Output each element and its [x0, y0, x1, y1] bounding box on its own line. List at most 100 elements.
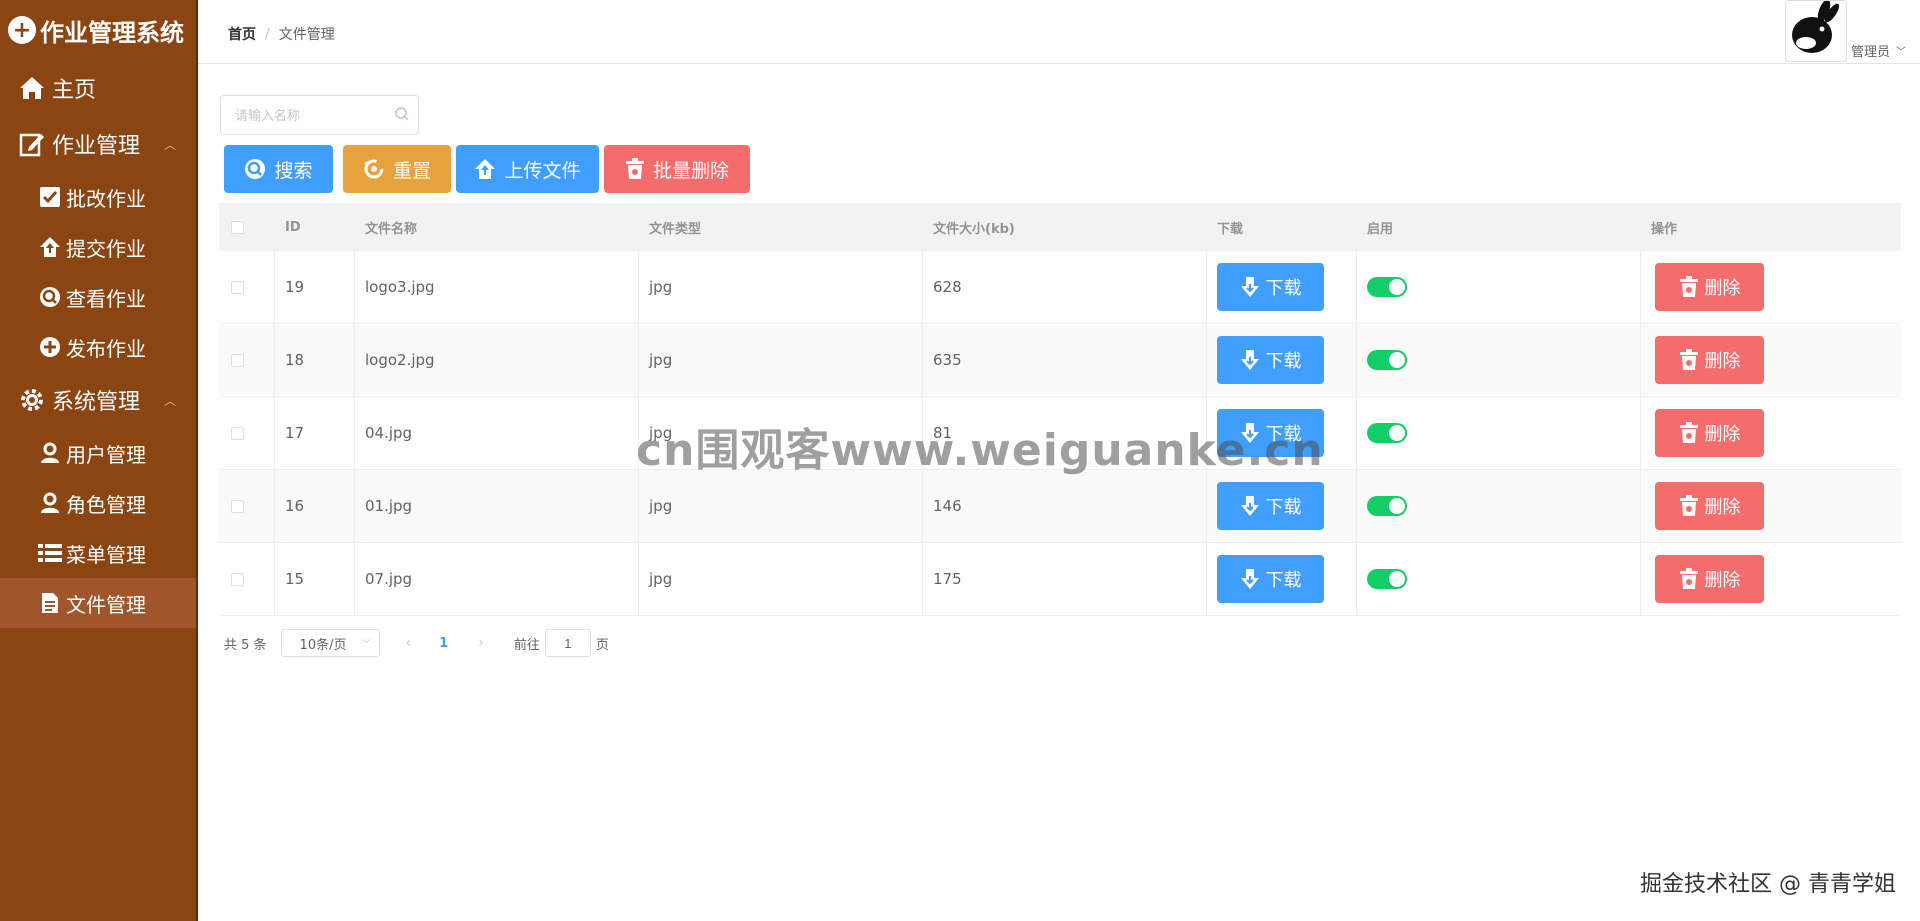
search-icon: [244, 158, 266, 180]
sidebar-item-label: 查看作业: [66, 286, 146, 311]
upload-house-icon: [38, 235, 62, 259]
trash-icon: [1679, 568, 1699, 590]
sidebar-item-grade-homework[interactable]: 批改作业: [0, 172, 198, 222]
download-button-label: 下载: [1265, 497, 1302, 518]
sidebar: + 作业管理系统 主页 作业管理 ︿ 批改作业 提交作业 查看作业 发布作业 系…: [0, 0, 198, 921]
user-name[interactable]: 管理员 ﹀: [1851, 41, 1906, 60]
upload-icon: [474, 158, 496, 180]
search-input[interactable]: [221, 96, 381, 134]
sidebar-group-homework[interactable]: 作业管理 ︿: [0, 116, 198, 172]
delete-button[interactable]: 删除: [1655, 482, 1764, 530]
header-checkbox-cell: [219, 203, 275, 251]
check-square-icon: [38, 185, 62, 209]
reset-button[interactable]: 重置: [343, 145, 451, 193]
avatar[interactable]: [1784, 0, 1847, 62]
search-button[interactable]: 搜索: [224, 145, 333, 193]
trash-icon: [1679, 349, 1699, 371]
next-page-button[interactable]: ›: [478, 635, 484, 651]
action-cell: 删除: [1641, 324, 1901, 396]
enable-toggle[interactable]: [1367, 277, 1407, 297]
column-header: 文件大小(kb): [933, 221, 1015, 237]
delete-button[interactable]: 删除: [1655, 409, 1764, 457]
breadcrumb-home[interactable]: 首页: [228, 24, 256, 44]
delete-button-label: 删除: [1704, 424, 1741, 445]
table-row: 19 logo3.jpg jpg 628 下载 删除: [219, 251, 1901, 324]
row-checkbox[interactable]: [231, 426, 244, 440]
delete-button[interactable]: 删除: [1655, 555, 1764, 603]
id-cell: 16: [275, 470, 355, 542]
row-checkbox[interactable]: [231, 353, 244, 367]
name-cell: logo2.jpg: [355, 324, 639, 396]
download-button[interactable]: 下载: [1217, 555, 1324, 603]
sidebar-item-submit-homework[interactable]: 提交作业: [0, 222, 198, 272]
column-header: ID: [285, 219, 301, 235]
column-header: 下载: [1217, 221, 1244, 237]
sidebar-item-label: 文件管理: [66, 592, 146, 617]
upload-button[interactable]: 上传文件: [456, 145, 599, 193]
row-checkbox[interactable]: [231, 572, 244, 586]
watermark-center: cn围观客www.weiguanke.cn: [636, 425, 1324, 476]
row-checkbox[interactable]: [231, 499, 244, 513]
select-all-checkbox[interactable]: [231, 220, 244, 234]
sidebar-item-menus[interactable]: 菜单管理: [0, 528, 198, 578]
sidebar-item-home[interactable]: 主页: [0, 60, 198, 116]
download-button[interactable]: 下载: [1217, 336, 1324, 384]
goto-page-input[interactable]: [544, 629, 591, 657]
size-cell: 146: [923, 470, 1207, 542]
sidebar-item-label: 主页: [52, 78, 97, 103]
prev-page-button[interactable]: ‹: [406, 635, 412, 651]
type-cell: jpg: [639, 543, 923, 615]
sidebar-item-publish-homework[interactable]: 发布作业: [0, 322, 198, 372]
download-icon: [1240, 568, 1260, 590]
sidebar-item-files[interactable]: 文件管理: [0, 578, 198, 628]
sidebar-item-label: 角色管理: [66, 492, 146, 517]
list-icon: [38, 541, 62, 565]
enable-toggle[interactable]: [1367, 423, 1407, 443]
sidebar-item-label: 用户管理: [66, 442, 146, 467]
download-cell: 下载: [1207, 470, 1357, 542]
download-button-label: 下载: [1265, 570, 1302, 591]
breadcrumb-current: 文件管理: [278, 27, 335, 43]
watermark-corner: 掘金技术社区 @ 青青学姐: [1640, 872, 1896, 897]
search-icon[interactable]: [394, 106, 410, 126]
enable-toggle[interactable]: [1367, 350, 1407, 370]
enable-toggle[interactable]: [1367, 569, 1407, 589]
logo-icon: +: [8, 16, 36, 44]
delete-button[interactable]: 删除: [1655, 336, 1764, 384]
trash-icon: [625, 158, 645, 180]
sidebar-item-users[interactable]: 用户管理: [0, 428, 198, 478]
user-menu[interactable]: 管理员 ﹀: [1784, 0, 1906, 62]
name-cell: 04.jpg: [355, 397, 639, 469]
row-checkbox[interactable]: [231, 280, 244, 294]
refresh-icon: [363, 158, 385, 180]
size-cell: 175: [923, 543, 1207, 615]
name-cell: 07.jpg: [355, 543, 639, 615]
reset-button-label: 重置: [392, 159, 431, 182]
checkbox-cell: [219, 324, 275, 396]
sidebar-group-system[interactable]: 系统管理 ︿: [0, 372, 198, 428]
sidebar-group-label: 系统管理: [52, 390, 141, 415]
delete-button-label: 删除: [1704, 570, 1741, 591]
name-cell: logo3.jpg: [355, 251, 639, 323]
app-title: 作业管理系统: [40, 18, 184, 47]
delete-button-label: 删除: [1704, 497, 1741, 518]
sidebar-item-label: 提交作业: [66, 236, 146, 261]
enable-toggle[interactable]: [1367, 496, 1407, 516]
delete-button[interactable]: 删除: [1655, 263, 1764, 311]
sidebar-item-roles[interactable]: 角色管理: [0, 478, 198, 528]
download-cell: 下载: [1207, 324, 1357, 396]
download-button[interactable]: 下载: [1217, 263, 1324, 311]
action-cell: 删除: [1641, 470, 1901, 542]
page-size-select[interactable]: 10条/页 ﹀: [280, 629, 380, 657]
edit-icon: [18, 130, 46, 158]
download-button[interactable]: 下载: [1217, 482, 1324, 530]
bulk-delete-button-label: 批量删除: [652, 159, 729, 182]
table-row: 18 logo2.jpg jpg 635 下载 删除: [219, 324, 1901, 397]
bulk-delete-button[interactable]: 批量删除: [604, 145, 750, 193]
column-header: 文件名称: [365, 221, 418, 237]
action-cell: 删除: [1641, 397, 1901, 469]
sidebar-item-view-homework[interactable]: 查看作业: [0, 272, 198, 322]
sidebar-item-label: 菜单管理: [66, 542, 146, 567]
page-number[interactable]: 1: [439, 636, 448, 651]
total-count: 共 5 条: [224, 637, 267, 653]
